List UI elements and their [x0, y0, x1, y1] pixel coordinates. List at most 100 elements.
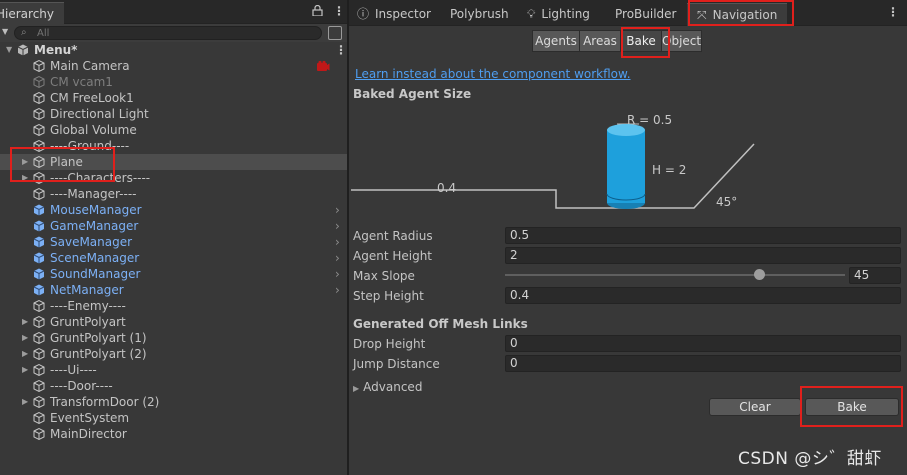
ground-profile: [351, 143, 755, 209]
kebab-menu-icon[interactable]: ⋮: [887, 5, 899, 19]
navigation-icon: ⤧: [697, 8, 707, 22]
collapse-arrow-icon[interactable]: ▶: [22, 314, 28, 330]
hierarchy-item-label: SoundManager: [50, 267, 141, 281]
hierarchy-item[interactable]: ▶ Plane: [0, 154, 348, 170]
hierarchy-item-label: EventSystem: [50, 411, 130, 425]
scene-icon: [17, 44, 29, 56]
gameobject-icon: [33, 315, 45, 329]
hierarchy-item[interactable]: ----Door----: [0, 378, 348, 394]
advanced-label: Advanced: [363, 380, 423, 394]
jump-distance-field[interactable]: 0: [505, 355, 901, 372]
open-prefab-chevron-icon[interactable]: ›: [335, 218, 340, 234]
max-slope-slider-thumb[interactable]: [754, 269, 765, 280]
lock-icon[interactable]: [312, 5, 323, 16]
tab-polybrush[interactable]: Polybrush: [450, 3, 509, 26]
hierarchy-item-label: Directional Light: [50, 107, 149, 121]
section-areas[interactable]: Areas: [579, 30, 621, 52]
gameobject-icon: [33, 427, 45, 441]
hierarchy-item-label: ----Ui----: [50, 363, 97, 377]
hierarchy-item[interactable]: ----Ground----: [0, 138, 348, 154]
hierarchy-tab[interactable]: Hierarchy: [0, 2, 64, 24]
section-agents[interactable]: Agents: [532, 30, 580, 52]
hierarchy-item[interactable]: ▶ TransformDoor (2): [0, 394, 348, 410]
hierarchy-item[interactable]: ▶ ----Ui----: [0, 362, 348, 378]
hierarchy-item[interactable]: Directional Light: [0, 106, 348, 122]
scene-menu-icon[interactable]: ⋮: [335, 42, 347, 58]
gameobject-icon: [33, 139, 45, 153]
gameobject-icon: [33, 411, 45, 425]
step-height-field[interactable]: 0.4: [505, 287, 901, 304]
hierarchy-item[interactable]: MainDirector: [0, 426, 348, 442]
hierarchy-item-label: MouseManager: [50, 203, 142, 217]
prefab-icon: [33, 204, 45, 216]
hierarchy-item-label: ----Door----: [50, 379, 113, 393]
collapse-arrow-icon[interactable]: ▶: [22, 394, 28, 410]
open-prefab-chevron-icon[interactable]: ›: [335, 250, 340, 266]
tab-label: ProBuilder: [615, 7, 677, 21]
prefab-icon: [33, 284, 45, 296]
hierarchy-item[interactable]: MouseManager ›: [0, 202, 348, 218]
scene-visibility-icon[interactable]: [328, 26, 342, 40]
tab-probuilder[interactable]: ProBuilder: [615, 3, 676, 26]
hierarchy-item-label: Main Camera: [50, 59, 130, 73]
hierarchy-item[interactable]: ▼ Menu* ⋮: [0, 42, 348, 58]
collapse-arrow-icon[interactable]: ▶: [22, 170, 28, 186]
collapse-arrow-icon[interactable]: ▶: [22, 346, 28, 362]
slope-label: 45°: [716, 195, 737, 209]
bake-button[interactable]: Bake: [805, 398, 899, 416]
hierarchy-item[interactable]: EventSystem: [0, 410, 348, 426]
hierarchy-item[interactable]: ▶ GruntPolyart: [0, 314, 348, 330]
hierarchy-item-label: Plane: [50, 155, 83, 169]
collapse-arrow-icon[interactable]: ▶: [22, 330, 28, 346]
expand-arrow-icon[interactable]: ▼: [6, 42, 12, 58]
hierarchy-search[interactable]: ⌕: [14, 26, 322, 40]
hierarchy-item[interactable]: SoundManager ›: [0, 266, 348, 282]
gameobject-icon: [33, 171, 45, 185]
step-height-label: Step Height: [353, 289, 424, 303]
hierarchy-item[interactable]: SceneManager ›: [0, 250, 348, 266]
hierarchy-item-label: GruntPolyart (1): [50, 331, 147, 345]
kebab-menu-icon[interactable]: ⋮: [333, 4, 345, 18]
tab-lighting[interactable]: 💡︎ Lighting: [527, 3, 590, 26]
hierarchy-item-label: CM FreeLook1: [50, 91, 134, 105]
radius-label: R = 0.5: [627, 113, 672, 127]
max-slope-slider-track[interactable]: [505, 274, 845, 276]
hierarchy-item[interactable]: GameManager ›: [0, 218, 348, 234]
step-label: 0.4: [437, 181, 456, 195]
gameobject-icon: [33, 299, 45, 313]
tab-navigation[interactable]: ⤧ Navigation: [687, 3, 788, 26]
search-input[interactable]: [37, 27, 317, 39]
agent-height-field[interactable]: 2: [505, 247, 901, 264]
hierarchy-item[interactable]: ▶ GruntPolyart (2): [0, 346, 348, 362]
hierarchy-item[interactable]: ▶ GruntPolyart (1): [0, 330, 348, 346]
open-prefab-chevron-icon[interactable]: ›: [335, 234, 340, 250]
open-prefab-chevron-icon[interactable]: ›: [335, 202, 340, 218]
hierarchy-tab-label: Hierarchy: [0, 7, 55, 21]
open-prefab-chevron-icon[interactable]: ›: [335, 282, 340, 298]
collapse-arrow-icon[interactable]: ▶: [22, 362, 28, 378]
clear-button[interactable]: Clear: [709, 398, 801, 416]
hierarchy-item[interactable]: Main Camera: [0, 58, 348, 74]
gameobject-icon: [33, 107, 45, 121]
hierarchy-item[interactable]: CM vcam1: [0, 74, 348, 90]
max-slope-field[interactable]: 45: [849, 267, 901, 284]
hierarchy-item[interactable]: NetManager ›: [0, 282, 348, 298]
tab-inspector[interactable]: ⓘ Inspector: [357, 3, 431, 26]
add-dropdown-icon[interactable]: ▼: [2, 27, 8, 36]
advanced-foldout[interactable]: ▶ Advanced: [353, 380, 422, 394]
section-bake[interactable]: Bake: [620, 30, 662, 52]
open-prefab-chevron-icon[interactable]: ›: [335, 266, 340, 282]
hierarchy-item[interactable]: ----Enemy----: [0, 298, 348, 314]
hierarchy-item[interactable]: ▶ ----Characters----: [0, 170, 348, 186]
search-icon: ⌕: [21, 27, 27, 38]
hierarchy-item[interactable]: CM FreeLook1: [0, 90, 348, 106]
hierarchy-item[interactable]: ----Manager----: [0, 186, 348, 202]
component-workflow-link[interactable]: Learn instead about the component workfl…: [355, 67, 631, 81]
agent-radius-field[interactable]: 0.5: [505, 227, 901, 244]
gameobject-icon: [33, 91, 45, 105]
hierarchy-item[interactable]: Global Volume: [0, 122, 348, 138]
collapse-arrow-icon[interactable]: ▶: [22, 154, 28, 170]
section-object[interactable]: Object: [661, 30, 702, 52]
drop-height-field[interactable]: 0: [505, 335, 901, 352]
hierarchy-item[interactable]: SaveManager ›: [0, 234, 348, 250]
